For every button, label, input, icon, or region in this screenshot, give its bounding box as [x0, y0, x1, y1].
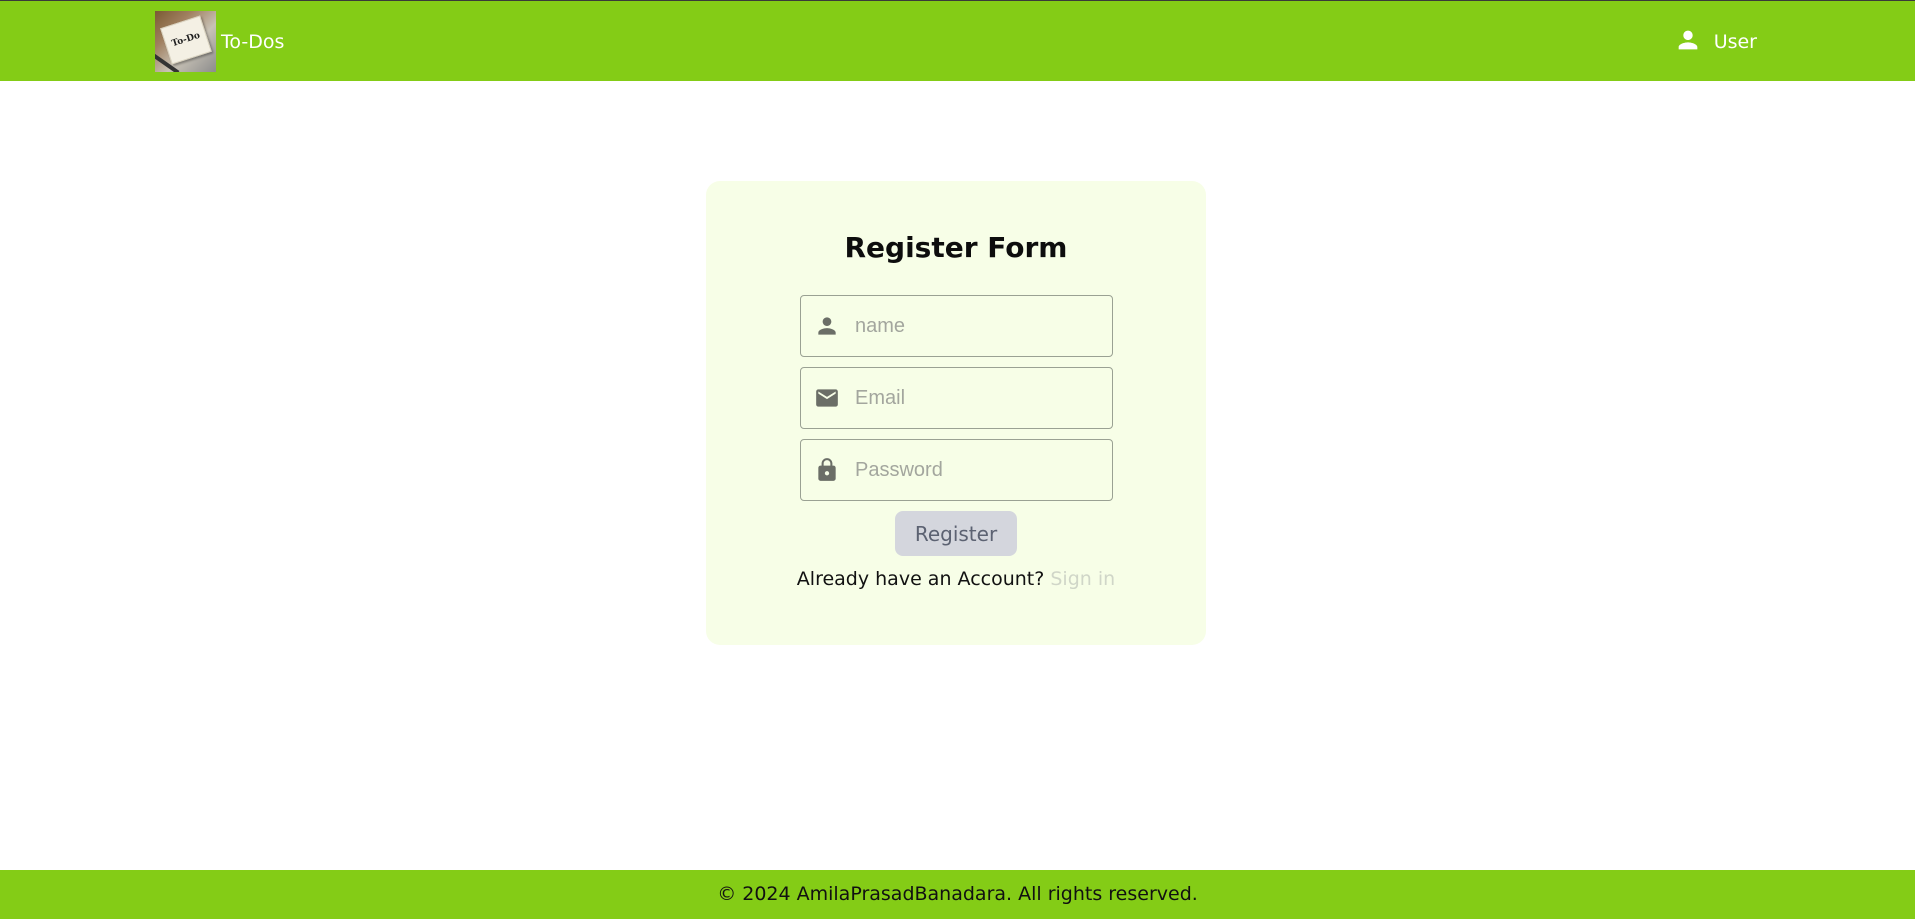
copyright-text: © 2024 AmilaPrasadBanadara. All rights r… — [717, 883, 1198, 905]
app-logo[interactable]: To-Do — [155, 11, 216, 72]
user-menu-label: User — [1713, 31, 1757, 53]
brand-name[interactable]: To-Dos — [221, 31, 284, 53]
user-menu-button[interactable]: User — [1674, 27, 1757, 57]
top-navbar: To-Do To-Dos User — [0, 0, 1915, 81]
name-field[interactable] — [800, 295, 1113, 357]
name-input[interactable] — [855, 306, 1095, 346]
register-card: Register Form Register Already have an A… — [706, 181, 1206, 645]
brand[interactable]: To-Do To-Dos — [155, 11, 284, 72]
person-icon — [813, 312, 841, 340]
mail-icon — [813, 384, 841, 412]
person-icon — [1674, 26, 1702, 58]
form-title: Register Form — [844, 231, 1068, 264]
logo-text: To-Do — [170, 30, 202, 50]
signin-prompt: Already have an Account? — [796, 568, 1045, 590]
email-field[interactable] — [800, 367, 1113, 429]
signin-link[interactable]: Sign in — [1050, 568, 1115, 590]
email-input[interactable] — [855, 378, 1095, 418]
password-input[interactable] — [855, 450, 1095, 490]
register-button[interactable]: Register — [895, 511, 1017, 556]
signin-row: Already have an Account? Sign in — [706, 568, 1206, 590]
lock-icon — [813, 456, 841, 484]
footer: © 2024 AmilaPrasadBanadara. All rights r… — [0, 870, 1915, 919]
password-field[interactable] — [800, 439, 1113, 501]
notepad-graphic: To-Do — [160, 15, 212, 65]
